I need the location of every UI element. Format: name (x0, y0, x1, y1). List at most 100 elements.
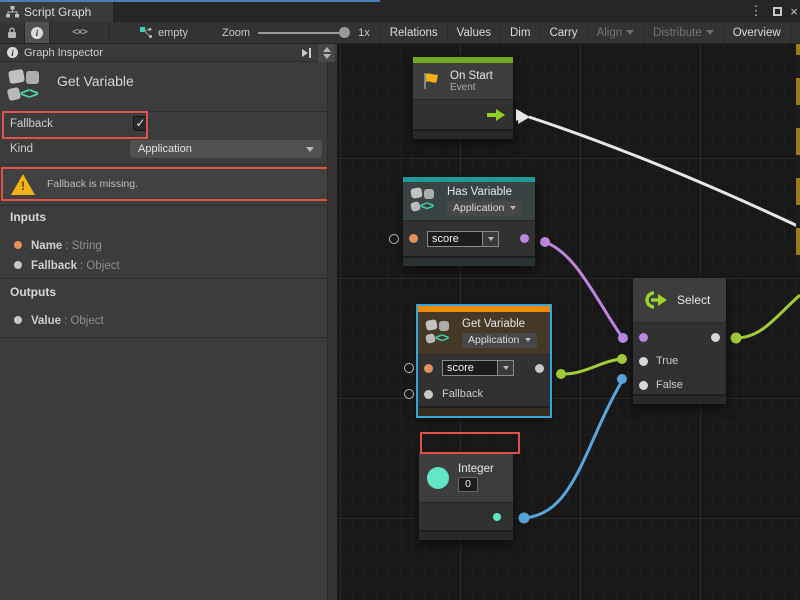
variable-picker-button[interactable] (483, 231, 499, 247)
tab-label: Script Graph (24, 5, 91, 19)
zoom-slider-handle[interactable] (339, 27, 350, 38)
outputs-section-header: Outputs (10, 285, 56, 299)
unconnected-port-indicator[interactable] (404, 389, 414, 399)
variable-name-field[interactable]: score (427, 231, 499, 247)
node-has-variable[interactable]: <> Has Variable Application score (403, 177, 535, 266)
info-icon: i (7, 47, 18, 58)
toolbar-middle-group: empty Zoom 1x (110, 22, 380, 43)
variable-icon: <> (411, 186, 438, 216)
breadcrumb-label: empty (158, 27, 188, 39)
wires-layer (337, 44, 800, 600)
chevron-down-icon (488, 237, 494, 241)
node-footer (419, 530, 513, 540)
scroll-up-icon[interactable] (323, 47, 331, 52)
toolbar-left-group: i <×> (0, 22, 110, 43)
node-select[interactable]: Select True False (633, 278, 726, 404)
output-row-value: Value: Object (14, 311, 104, 329)
fallback-input-port[interactable] (424, 390, 433, 399)
window-close-icon[interactable]: × (786, 2, 800, 20)
toolbar-right-group: Relations Values Dim Carry Align Distrib… (380, 22, 800, 43)
value-output-port[interactable] (535, 364, 544, 373)
control-output-port[interactable] (487, 109, 505, 121)
false-input-port[interactable] (639, 381, 648, 390)
port-dot-gray (14, 316, 22, 324)
variable-kind-dropdown[interactable]: Application (447, 201, 522, 216)
window-menu-icon[interactable]: ⋮ (748, 2, 764, 20)
inspector-toggle-button[interactable]: i (25, 22, 50, 43)
graph-inspector-panel: i Graph Inspector <> Get Variable Fallba… (0, 44, 337, 600)
node-footer (418, 406, 550, 416)
true-input-port[interactable] (639, 357, 648, 366)
kind-dropdown[interactable]: Application (130, 140, 322, 158)
variable-icon: <> (8, 68, 44, 108)
zoom-value: 1x (358, 27, 370, 39)
node-title: On Start (450, 70, 493, 82)
warning-message: Fallback is missing. (47, 178, 138, 190)
name-input-port[interactable] (424, 364, 433, 373)
name-input-port[interactable] (409, 234, 418, 243)
port-dot-orange (14, 241, 22, 249)
wire-dot-purple (540, 237, 550, 247)
variable-kind-dropdown[interactable]: Application (462, 333, 537, 348)
graph-toolbar: i <×> empty Zoom 1x (0, 22, 800, 44)
value-output-port[interactable] (520, 234, 529, 243)
carry-button[interactable]: Carry (540, 22, 587, 43)
tab-script-graph[interactable]: Script Graph (0, 2, 113, 22)
node-title: Get Variable (462, 318, 537, 330)
inspected-node-header: <> Get Variable (8, 68, 134, 108)
node-title: Integer (458, 463, 494, 475)
chevron-down-icon (503, 366, 509, 370)
selection-output-port[interactable] (711, 333, 720, 342)
unconnected-port-indicator[interactable] (404, 363, 414, 373)
warning-box: ! Fallback is missing. (1, 167, 334, 201)
node-footer (413, 129, 513, 139)
fallback-port-label: Fallback (442, 388, 483, 400)
scroll-arrows[interactable] (318, 44, 335, 62)
relations-button[interactable]: Relations (380, 22, 448, 43)
highlight-box-fallback-port (420, 432, 520, 454)
graph-inspector-title: Graph Inspector (24, 47, 103, 59)
wire-select-output[interactable] (736, 295, 800, 338)
true-port-label: True (656, 355, 678, 367)
node-get-variable[interactable]: <> Get Variable Application score (418, 306, 550, 416)
unconnected-port-indicator[interactable] (389, 234, 399, 244)
breadcrumb[interactable]: empty (140, 27, 188, 39)
wire-hasvariable-to-select[interactable] (545, 242, 622, 337)
input-row-fallback: Fallback: Object (14, 256, 120, 274)
variable-picker-button[interactable] (498, 360, 514, 376)
highlight-box-fallback-option (2, 111, 148, 139)
title-bar: Script Graph ⋮ × (0, 0, 800, 22)
wire-dot-green (617, 354, 627, 364)
chevron-down-icon (525, 338, 531, 342)
wire-control-flow[interactable] (529, 117, 800, 228)
dim-button[interactable]: Dim (501, 22, 540, 43)
warning-icon: ! (11, 174, 35, 195)
integer-icon (427, 467, 449, 489)
code-view-button[interactable]: <×> (50, 22, 110, 43)
scroll-down-icon[interactable] (323, 54, 331, 59)
variable-icon: <> (426, 318, 453, 348)
align-button: Align (588, 22, 645, 43)
inspector-scrollbar[interactable] (327, 62, 337, 600)
integer-value-field[interactable]: 0 (458, 477, 478, 492)
window-edge-highlight (796, 44, 800, 272)
full-screen-button[interactable]: Full Screen (791, 22, 800, 43)
lock-button[interactable] (0, 22, 25, 43)
flag-icon (421, 71, 441, 91)
values-button[interactable]: Values (448, 22, 501, 43)
integer-output-port[interactable] (493, 513, 501, 521)
window-maximize-icon[interactable] (768, 2, 786, 20)
wire-getvariable-to-select-true[interactable] (561, 359, 621, 374)
zoom-slider[interactable] (258, 32, 348, 34)
wire-dot-blue (519, 513, 530, 524)
panel-dock-icon[interactable] (302, 47, 316, 59)
select-icon (641, 290, 668, 310)
variable-name-field[interactable]: score (442, 360, 514, 376)
condition-input-port[interactable] (639, 333, 648, 342)
wire-dot-purple (618, 333, 628, 343)
node-integer[interactable]: Integer 0 (419, 453, 513, 540)
graph-canvas[interactable]: On Start Event <> (337, 44, 800, 600)
zoom-label: Zoom (222, 27, 250, 39)
node-on-start[interactable]: On Start Event (413, 57, 513, 139)
overview-button[interactable]: Overview (724, 22, 791, 43)
